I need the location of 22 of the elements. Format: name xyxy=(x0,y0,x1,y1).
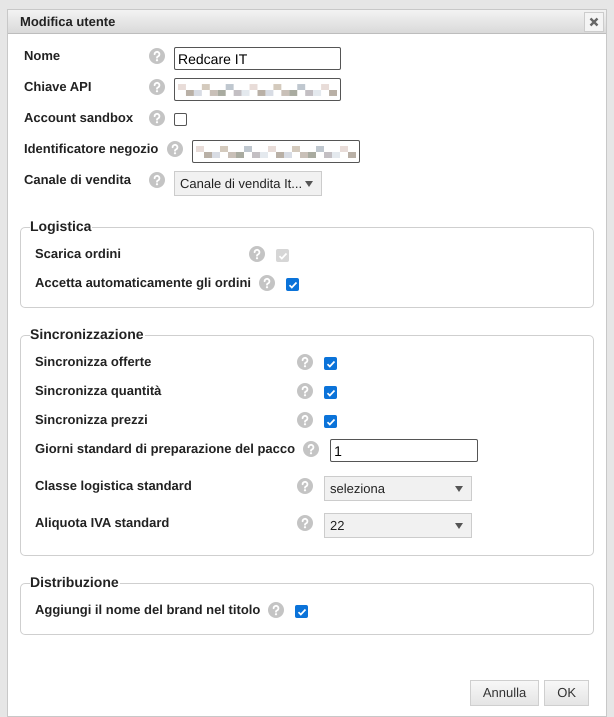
field-label: Sincronizza quantità xyxy=(35,382,162,400)
field-label: Chiave API xyxy=(24,78,92,96)
select-dropdown[interactable]: 22 xyxy=(324,513,472,538)
text-field[interactable]: 1 xyxy=(330,439,478,462)
select-dropdown[interactable]: seleziona xyxy=(324,476,472,501)
text-field[interactable]: Redcare IT xyxy=(174,47,341,70)
field-label: Sincronizza prezzi xyxy=(35,411,149,429)
dialog-title: Modifica utente xyxy=(20,12,116,31)
field-label: Scarica ordini xyxy=(35,245,122,263)
field-label: Giorni standard di preparazione del pacco xyxy=(35,440,296,458)
field-label: Nome xyxy=(24,47,62,65)
field-label: Aggiungi il nome del brand nel titolo xyxy=(35,601,262,619)
field-label: Accetta automaticamente gli ordini xyxy=(35,274,252,292)
field-label: Account sandbox xyxy=(24,109,134,127)
field-label: Aliquota IVA standard xyxy=(35,514,170,532)
field-label: Sincronizza offerte xyxy=(35,353,152,371)
select-dropdown[interactable]: Canale di vendita It... xyxy=(174,171,322,196)
field-label: Classe logistica standard xyxy=(35,477,193,495)
field-label: Identificatore negozio xyxy=(24,140,158,158)
field-label: Canale di vendita xyxy=(24,171,132,189)
dialog-button[interactable]: Annulla xyxy=(470,680,540,706)
dialog-button[interactable]: OK xyxy=(544,680,589,706)
